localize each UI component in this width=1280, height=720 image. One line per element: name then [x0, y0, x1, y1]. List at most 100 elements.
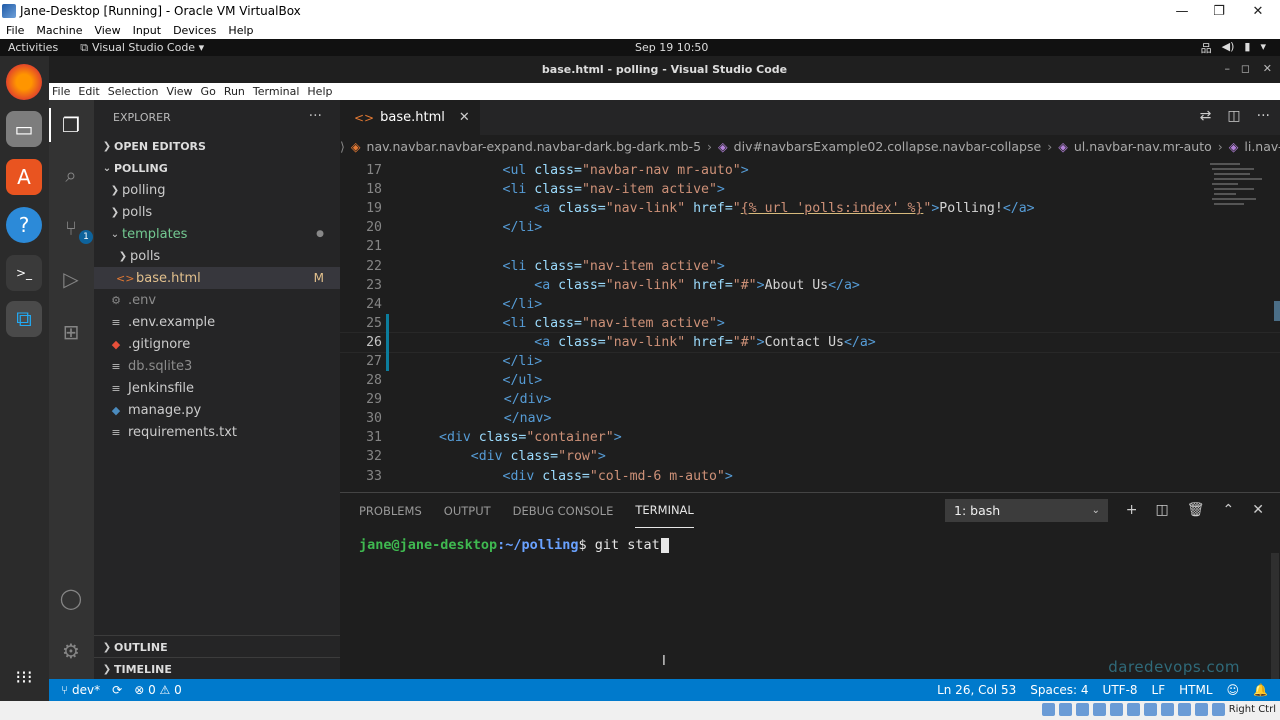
terminal-icon[interactable]: >_ [6, 255, 42, 291]
vscode-minimize-icon[interactable]: – [1225, 62, 1231, 75]
maximize-panel-icon[interactable]: ⌃ [1223, 502, 1235, 518]
vbox-menu-help[interactable]: Help [228, 24, 253, 37]
cursor-position[interactable]: Ln 26, Col 53 [937, 683, 1016, 697]
source-control-icon[interactable]: ⑂ 1 [57, 214, 93, 244]
menu-go[interactable]: Go [201, 85, 216, 98]
display-icon[interactable] [1143, 703, 1157, 716]
tree-item-env-example[interactable]: ≡ .env.example [94, 311, 340, 333]
line-number: 32 [366, 449, 382, 465]
vbox-menu-input[interactable]: Input [133, 24, 161, 37]
tab-debug-console[interactable]: DEBUG CONSOLE [513, 493, 614, 528]
tree-item-polls[interactable]: ❯ polls [94, 201, 340, 223]
tree-item-db-sqlite3[interactable]: ≡ db.sqlite3 [94, 355, 340, 377]
minimize-icon[interactable]: — [1164, 0, 1200, 22]
firefox-icon[interactable] [6, 64, 42, 100]
close-icon[interactable]: ✕ [1240, 0, 1276, 22]
kill-terminal-icon[interactable]: 🗑 [1187, 502, 1205, 518]
vbox-menu-devices[interactable]: Devices [173, 24, 216, 37]
accounts-icon[interactable]: ◯ [57, 584, 85, 612]
new-terminal-icon[interactable]: + [1126, 502, 1138, 518]
menu-selection[interactable]: Selection [108, 85, 159, 98]
terminal-scrollbar[interactable] [1271, 553, 1279, 680]
activities-button[interactable]: Activities [8, 41, 58, 54]
shared-folder-icon[interactable] [1126, 703, 1140, 716]
menu-file[interactable]: File [52, 85, 70, 98]
menu-help[interactable]: Help [307, 85, 332, 98]
keyboard-icon[interactable] [1211, 703, 1225, 716]
usb-icon[interactable] [1109, 703, 1123, 716]
tab-problems[interactable]: PROBLEMS [359, 493, 422, 528]
tab-terminal[interactable]: TERMINAL [635, 493, 694, 528]
split-terminal-icon[interactable]: ◫ [1156, 502, 1169, 518]
vbox-menu-view[interactable]: View [94, 24, 120, 37]
search-icon[interactable]: ⌕ [57, 161, 85, 189]
tree-item-templates-polls[interactable]: ❯ polls [94, 245, 340, 267]
breadcrumb-item[interactable]: ul.navbar-nav.mr-auto [1074, 139, 1212, 154]
breadcrumb-item[interactable]: nav.navbar.navbar-expand.navbar-dark.bg-… [367, 139, 702, 154]
timeline-section[interactable]: ❯ TIMELINE [94, 657, 340, 680]
maximize-icon[interactable]: ❐ [1201, 0, 1237, 22]
tree-item-polling[interactable]: ❯ polling [94, 179, 340, 201]
files-icon[interactable]: ▭ [6, 111, 42, 147]
minimap[interactable] [1200, 161, 1280, 492]
indentation[interactable]: Spaces: 4 [1030, 683, 1088, 697]
recording-icon[interactable] [1160, 703, 1174, 716]
more-actions-icon[interactable]: ··· [1257, 108, 1270, 124]
extensions-icon[interactable]: ⊞ [57, 318, 85, 346]
breadcrumb-item[interactable]: div#navbarsExample02.collapse.navbar-col… [734, 139, 1042, 154]
close-panel-icon[interactable]: ✕ [1252, 502, 1264, 518]
cpu-icon[interactable] [1177, 703, 1191, 716]
optical-icon[interactable] [1058, 703, 1072, 716]
encoding[interactable]: UTF-8 [1103, 683, 1138, 697]
vbox-menu-machine[interactable]: Machine [36, 24, 82, 37]
notifications-icon[interactable]: 🔔 [1253, 683, 1268, 697]
tree-item-base-html[interactable]: <> base.html M [94, 267, 340, 289]
tab-base-html[interactable]: <> base.html ✕ [340, 100, 480, 135]
audio-icon[interactable] [1075, 703, 1089, 716]
app-menu[interactable]: ⧉ Visual Studio Code ▾ [80, 41, 204, 55]
tree-item-templates[interactable]: ⌄ templates ● [94, 223, 340, 245]
open-changes-icon[interactable]: ⇄ [1200, 108, 1212, 124]
language-mode[interactable]: HTML [1179, 683, 1212, 697]
vbox-menu-file[interactable]: File [6, 24, 24, 37]
menu-terminal[interactable]: Terminal [253, 85, 300, 98]
vscode-icon[interactable]: ⧉ [6, 301, 42, 337]
open-editors-section[interactable]: ❯ OPEN EDITORS [94, 135, 340, 157]
sync-icon[interactable]: ⟳ [112, 683, 122, 697]
more-actions-icon[interactable]: ··· [309, 108, 322, 124]
project-section[interactable]: ⌄ POLLING [94, 157, 340, 179]
end-of-line[interactable]: LF [1152, 683, 1166, 697]
menu-view[interactable]: View [166, 85, 192, 98]
vscode-close-icon[interactable]: ✕ [1263, 62, 1272, 75]
terminal-select[interactable]: 1: bash ⌄ [945, 499, 1108, 522]
network-icon[interactable] [1092, 703, 1106, 716]
tree-item-manage-py[interactable]: ◆ manage.py [94, 399, 340, 421]
terminal-output[interactable]: jane@jane-desktop:~/polling$ git stat [359, 537, 669, 553]
split-editor-icon[interactable]: ◫ [1227, 108, 1240, 124]
mouse-integration-icon[interactable] [1194, 703, 1208, 716]
explorer-icon[interactable]: ❐ [57, 111, 85, 139]
tree-item-env[interactable]: ⚙ .env [94, 289, 340, 311]
close-tab-icon[interactable]: ✕ [459, 110, 470, 125]
feedback-icon[interactable]: ☺ [1227, 683, 1240, 697]
run-debug-icon[interactable]: ▷ [57, 265, 85, 293]
tree-item-requirements-txt[interactable]: ≡ requirements.txt [94, 421, 340, 443]
tree-item-jenkinsfile[interactable]: ≡ Jenkinsfile [94, 377, 340, 399]
breadcrumb-item[interactable]: li.nav-item.active [1244, 139, 1280, 154]
vscode-restore-icon[interactable]: ◻ [1241, 62, 1250, 75]
system-tray[interactable]: 品 ◀) ▮ ▾ [1201, 40, 1266, 56]
show-apps-icon[interactable]: ⁝⁝⁝ [6, 659, 42, 695]
problems-count[interactable]: ⊗ 0 ⚠ 0 [134, 683, 182, 697]
menu-edit[interactable]: Edit [78, 85, 99, 98]
menu-run[interactable]: Run [224, 85, 245, 98]
tree-item-gitignore[interactable]: ◆ .gitignore [94, 333, 340, 355]
settings-gear-icon[interactable]: ⚙ [57, 637, 85, 665]
code-editor[interactable]: 17 <ul class="navbar-nav mr-auto"> 18 <l… [340, 161, 1280, 492]
clock[interactable]: Sep 19 10:50 [635, 41, 708, 54]
tab-output[interactable]: OUTPUT [444, 493, 491, 528]
software-icon[interactable]: A [6, 159, 42, 195]
git-branch[interactable]: ⑂ dev* [61, 683, 100, 697]
hdd-icon[interactable] [1041, 703, 1055, 716]
help-icon[interactable]: ? [6, 207, 42, 243]
outline-section[interactable]: ❯ OUTLINE [94, 635, 340, 658]
